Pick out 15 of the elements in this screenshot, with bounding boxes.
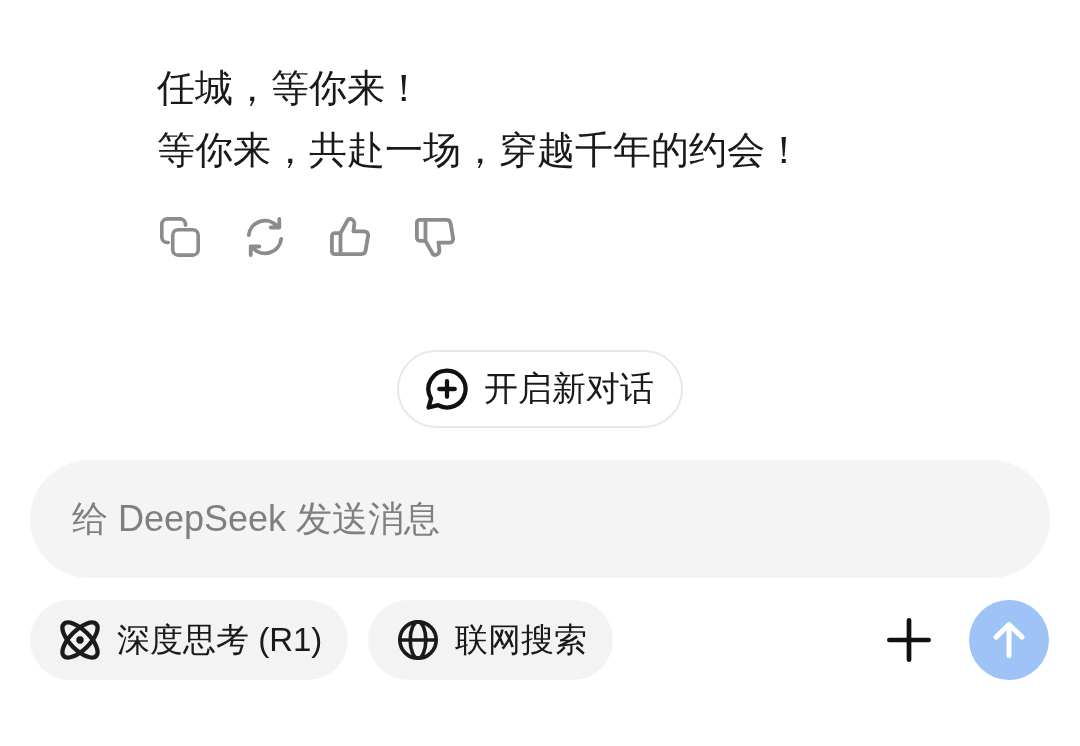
message-text: 等你来，共赴一场，穿越千年的约会！ [157,128,803,173]
message-text: 任城，等你来！ [157,66,423,111]
copy-icon[interactable] [160,217,200,257]
new-chat-button[interactable]: 开启新对话 [397,350,683,428]
arrow-up-icon [993,622,1025,658]
deep-think-toggle[interactable]: 深度思考 (R1) [30,600,349,680]
atom-icon [60,620,100,660]
message-input[interactable]: 给 DeepSeek 发送消息 [30,460,1050,578]
web-search-toggle[interactable]: 联网搜索 [368,600,614,680]
plus-icon[interactable] [887,618,931,662]
globe-icon [398,620,439,660]
chat-plus-icon [426,368,468,410]
regenerate-icon[interactable] [245,217,285,257]
thumbs-down-icon[interactable] [415,217,455,257]
thumbs-up-icon[interactable] [330,217,370,257]
